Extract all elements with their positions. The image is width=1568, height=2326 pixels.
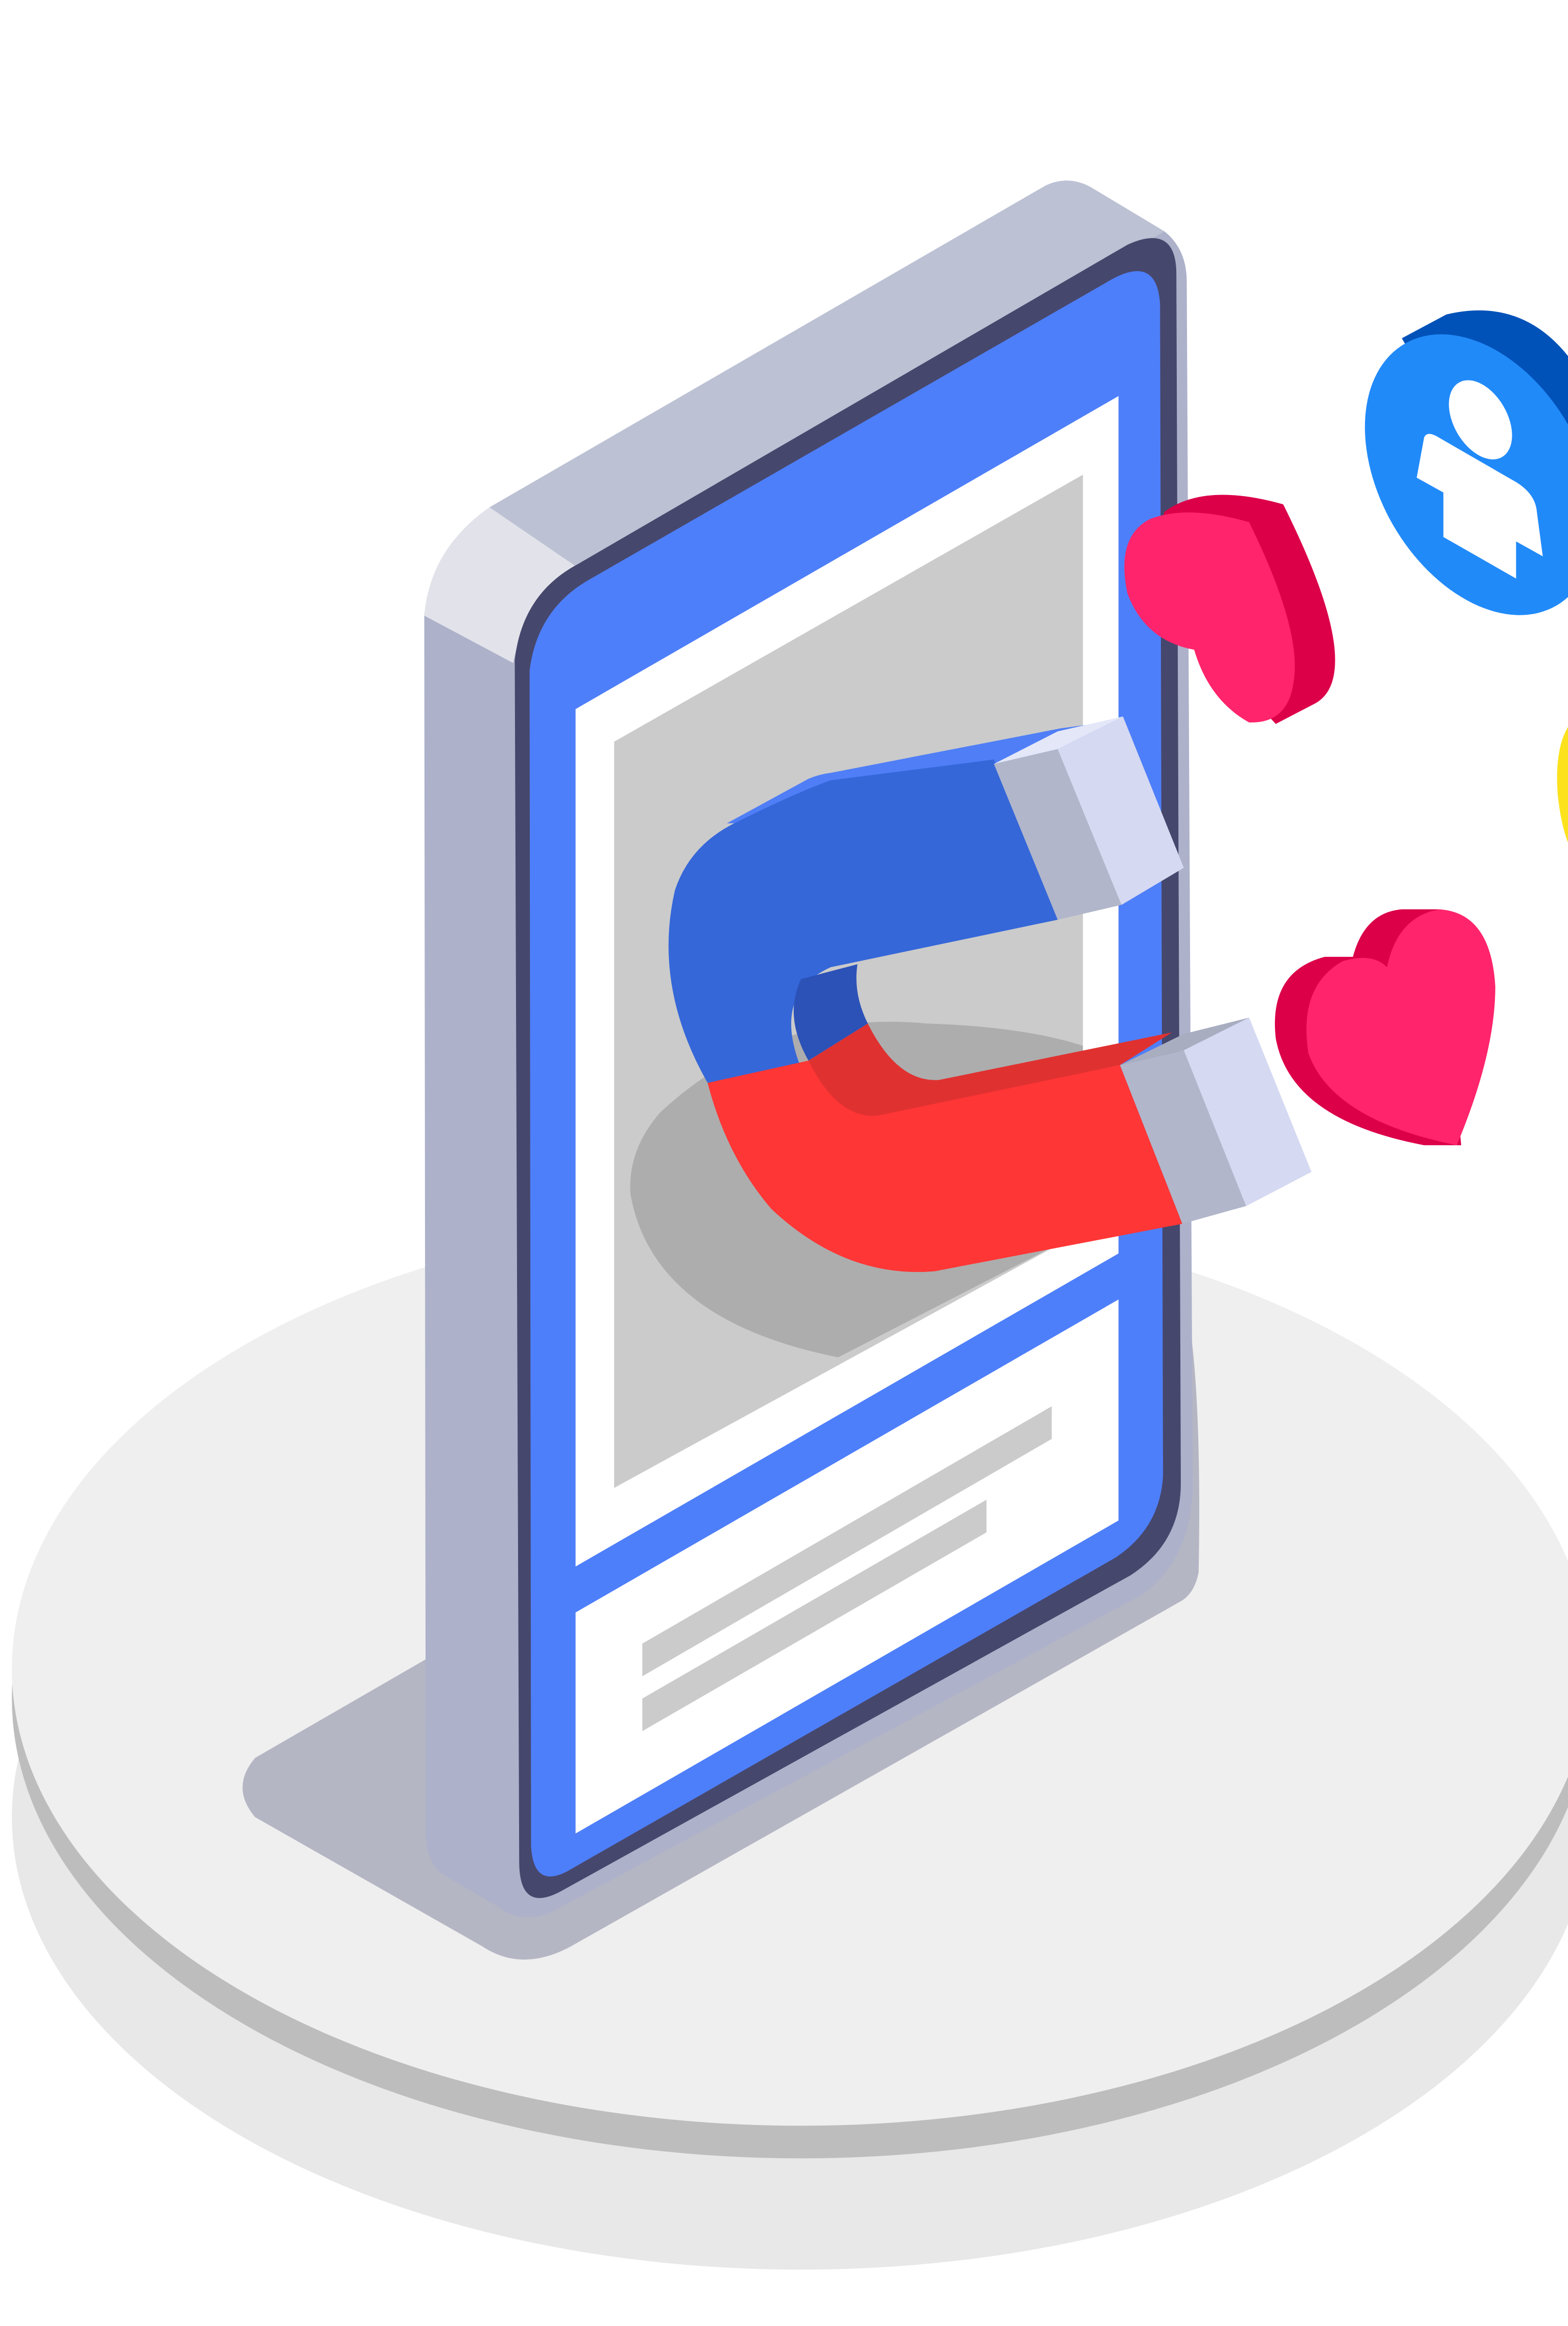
user-badge-icon — [1364, 310, 1568, 615]
coin-icon — [1557, 727, 1568, 843]
illustration-scene — [12, 181, 1568, 2270]
heart-icon — [1274, 909, 1495, 1146]
